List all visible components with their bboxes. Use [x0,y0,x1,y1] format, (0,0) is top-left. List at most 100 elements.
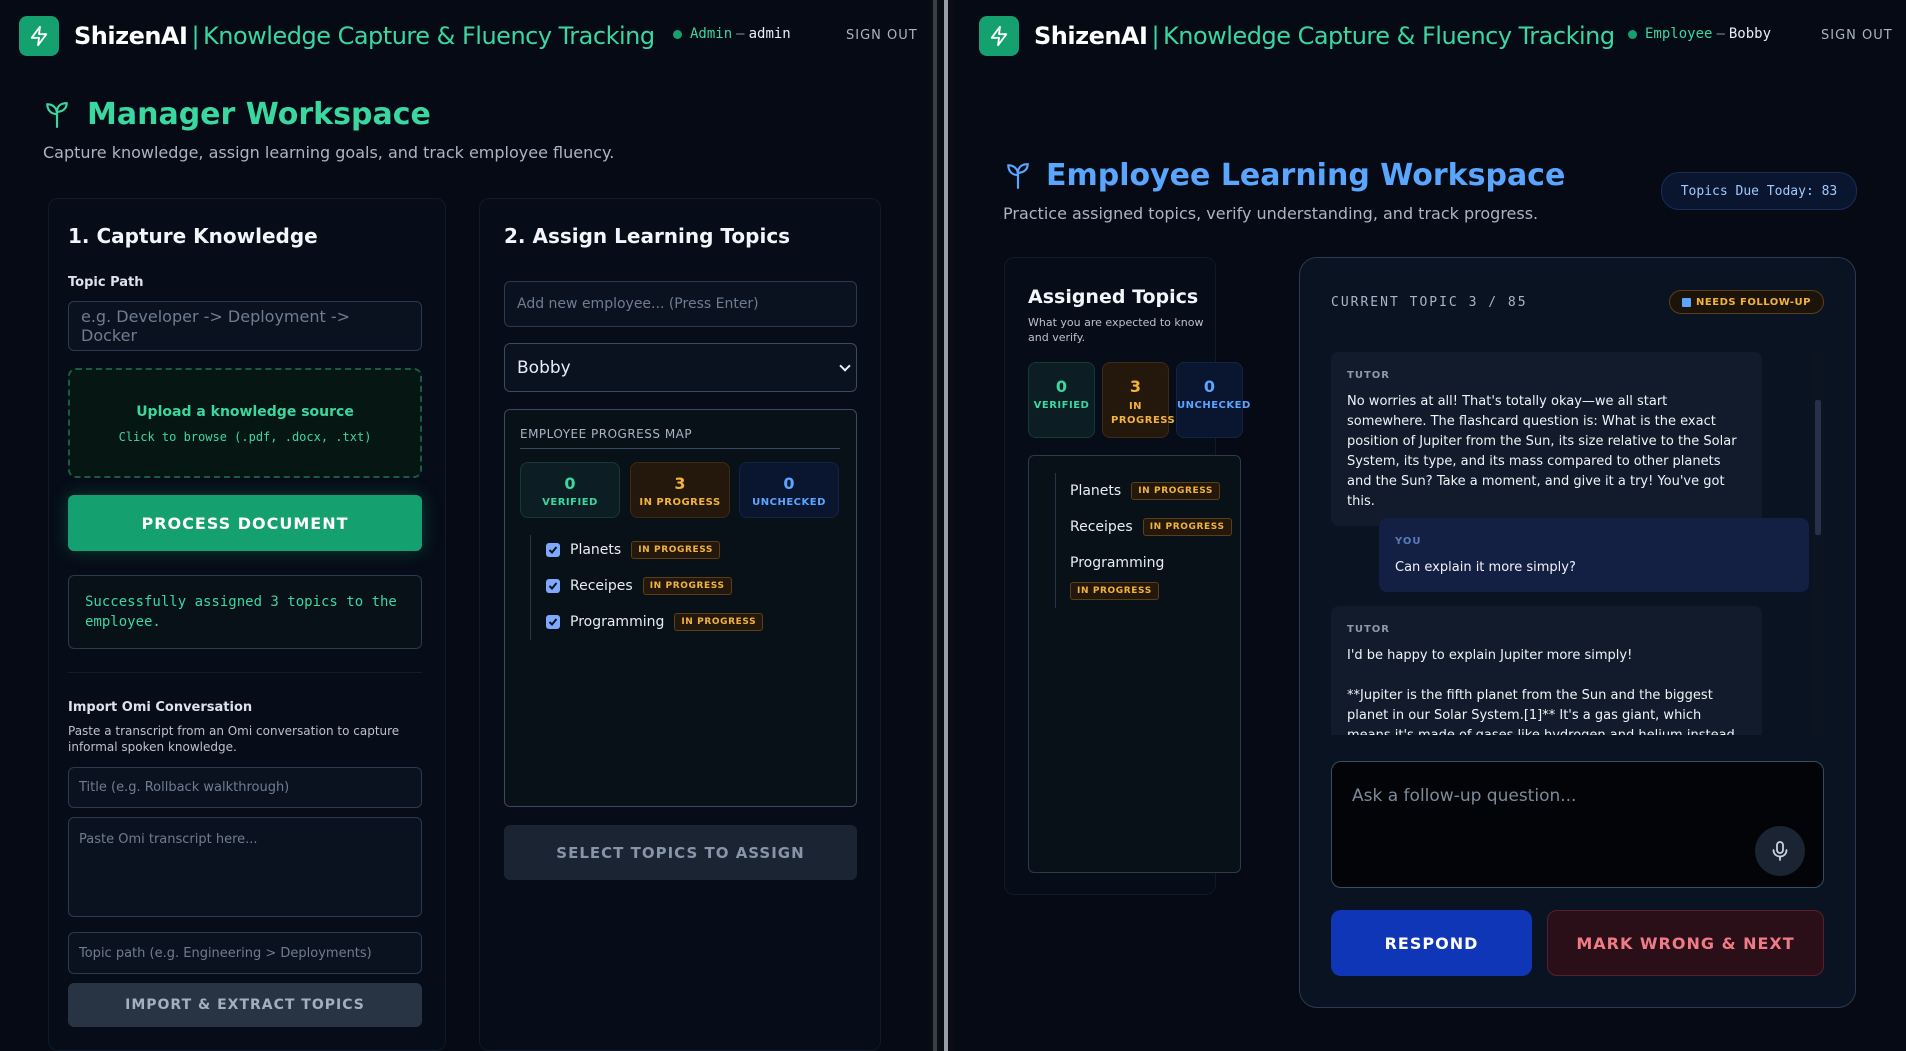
status-badge: IN PROGRESS [642,577,732,595]
verified-stat: 0 VERIFIED [1028,362,1095,438]
signout-button[interactable]: SIGN OUT [1821,28,1893,43]
verified-count: 0 [1055,377,1068,396]
bolt-icon[interactable] [979,16,1019,56]
brand-name: ShizenAI [74,22,188,50]
followup-label: NEEDS FOLLOW-UP [1696,296,1811,308]
omi-transcript-textarea[interactable]: Paste Omi transcript here... [68,817,422,917]
assign-heading: 2. Assign Learning Topics [504,224,791,248]
list-item[interactable]: Programming IN PROGRESS [546,613,764,631]
brand-title: ShizenAI | Knowledge Capture & Fluency Tra… [74,22,655,50]
sprout-icon [1005,161,1031,193]
list-item[interactable]: Receipes IN PROGRESS [1070,518,1232,536]
progress-map-divider [520,448,840,449]
user-role: Admin [690,26,733,42]
topic-name: Planets [1070,483,1122,499]
upload-title: Upload a knowledge source [136,404,354,420]
list-item: IN PROGRESS [1070,582,1159,600]
left-scrollbar-track[interactable] [933,0,937,1051]
user-name: Bobby [1728,26,1772,42]
import-extract-button[interactable]: IMPORT & EXTRACT TOPICS [68,983,422,1027]
assign-topics-button[interactable]: SELECT TOPICS TO ASSIGN [504,825,857,880]
needs-followup-badge: NEEDS FOLLOW-UP [1669,290,1824,314]
unchecked-count: 0 [1203,377,1216,396]
bolt-icon[interactable] [19,16,59,56]
message-author: TUTOR [1347,370,1390,381]
list-item[interactable]: Receipes IN PROGRESS [546,577,732,595]
tutor-message: TUTOR No worries at all! That's totally … [1331,352,1762,526]
user-separator: — [1716,26,1725,42]
checkbox-programming[interactable] [546,615,560,629]
user-role: Employee [1645,26,1713,42]
manager-topbar: ShizenAI | Knowledge Capture & Fluency Tra… [0,0,930,72]
current-topic-label: CURRENT TOPIC 3 / 85 [1331,295,1528,310]
assigned-hint: What you are expected to know and verify… [1028,316,1204,344]
tree-line [1055,473,1056,608]
add-employee-input[interactable]: Add new employee... (Press Enter) [504,281,857,327]
status-message: Successfully assigned 3 topics to the em… [68,575,422,649]
message-text: No worries at all! That's totally okay—w… [1347,394,1737,509]
user-indicator: Admin — admin [673,26,791,42]
in-progress-count: 3 [674,474,686,493]
chat-scroll-thumb[interactable] [1815,400,1821,535]
topic-name: Programming [570,614,665,630]
topic-name: Receipes [570,578,633,594]
topic-name: Programming [1070,555,1165,571]
respond-button[interactable]: RESPOND [1331,910,1532,976]
employee-select[interactable]: Bobby [504,343,857,392]
checkbox-planets[interactable] [546,543,560,557]
unchecked-stat: 0 UNCHECKED [1176,362,1251,438]
pane-splitter[interactable] [930,0,955,1051]
brand-separator: | [191,22,200,50]
process-document-button[interactable]: PROCESS DOCUMENT [68,495,422,551]
list-item[interactable]: Programming [1070,555,1174,571]
input-placeholder: Ask a follow-up question... [1352,786,1577,806]
brand-tagline: Knowledge Capture & Fluency Tracking [203,22,655,50]
topic-name: Planets [570,542,622,558]
message-text: I'd be happy to explain Jupiter more sim… [1347,648,1633,663]
unchecked-label: UNCHECKED [752,497,826,508]
message-author: TUTOR [1347,624,1390,635]
page-subtitle: Capture knowledge, assign learning goals… [43,143,615,162]
verified-label: VERIFIED [542,497,598,508]
omi-hint: Paste a transcript from an Omi conversat… [68,724,400,754]
omi-title-input[interactable]: Title (e.g. Rollback walkthrough) [68,767,422,808]
status-badge: IN PROGRESS [674,613,764,631]
section-divider [68,672,422,673]
verified-count: 0 [564,474,576,493]
online-status-dot [673,29,682,39]
user-separator: — [736,26,745,42]
status-badge: IN PROGRESS [1131,482,1221,500]
list-item[interactable]: Planets IN PROGRESS [1070,482,1221,500]
followup-question-input[interactable]: Ask a follow-up question... [1331,761,1824,888]
brand-tagline: Knowledge Capture & Fluency Tracking [1163,22,1615,50]
manager-pane: ShizenAI | Knowledge Capture & Fluency Tra… [0,0,930,1051]
progress-map-title: EMPLOYEE PROGRESS MAP [520,427,693,441]
in-progress-stat: 3 IN PROGRESS [1102,362,1175,438]
flag-icon [1682,297,1692,307]
topic-path-label: Topic Path [68,275,144,290]
upload-dropzone[interactable]: Upload a knowledge source Click to brows… [68,368,422,478]
unchecked-stat: 0 UNCHECKED [739,462,839,518]
signout-button[interactable]: SIGN OUT [846,28,918,43]
topic-path-input[interactable]: e.g. Developer -> Deployment -> Docker [68,301,422,351]
user-message: YOU Can explain it more simply? [1379,518,1809,592]
topic-name: Receipes [1070,519,1133,535]
sprout-icon [44,100,70,132]
splitter-handle[interactable] [944,0,948,1051]
omi-topic-path-input[interactable]: Topic path (e.g. Engineering > Deploymen… [68,932,422,974]
checkbox-receipes[interactable] [546,579,560,593]
status-badge: IN PROGRESS [631,541,721,559]
chat-scroll-area[interactable]: TUTOR No worries at all! That's totally … [1331,352,1811,735]
mic-icon[interactable] [1755,826,1805,876]
unchecked-label: UNCHECKED [1177,400,1251,411]
verified-label: VERIFIED [1033,400,1090,411]
page-title: Manager Workspace [87,97,431,132]
tutor-message: TUTOR I'd be happy to explain Jupiter mo… [1331,606,1762,735]
status-badge: IN PROGRESS [1142,518,1232,536]
message-text: Can explain it more simply? [1395,560,1576,575]
employee-topbar: ShizenAI | Knowledge Capture & Fluency Tra… [955,0,1906,72]
mark-wrong-next-button[interactable]: MARK WRONG & NEXT [1547,910,1824,976]
list-item[interactable]: Planets IN PROGRESS [546,541,721,559]
status-badge: IN PROGRESS [1070,582,1159,600]
user-name: admin [748,26,791,42]
